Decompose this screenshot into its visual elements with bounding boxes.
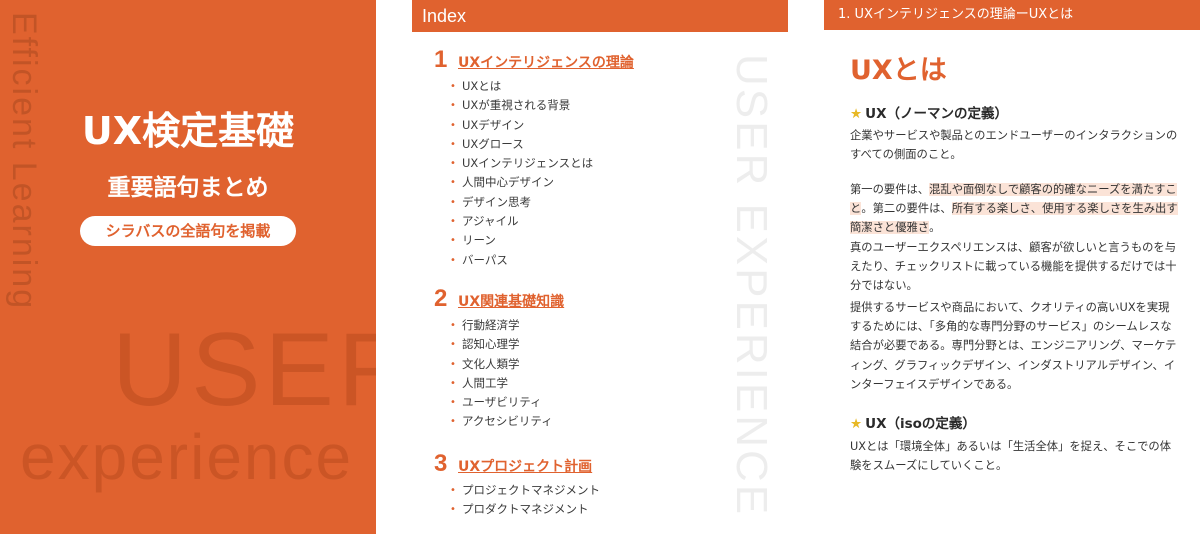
index-item[interactable]: • 行動経済学: [434, 316, 564, 335]
bullet-icon: •: [450, 339, 456, 351]
bullet-icon: •: [450, 119, 456, 131]
cover-vertical-text: Efficient Learning: [5, 12, 43, 311]
index-section-3: 3 UXプロジェクト計画 • プロジェクトマネジメント • プロダクトマネジメント: [434, 450, 600, 520]
index-item[interactable]: • 文化人類学: [434, 355, 564, 374]
section-number: 1: [434, 46, 448, 73]
section-number: 2: [434, 285, 448, 312]
paragraph: 企業やサービスや製品とのエンドユーザーのインタラクションのすべての側面のこと。: [850, 129, 1178, 162]
bullet-icon: •: [450, 196, 456, 208]
bullet-icon: •: [450, 254, 456, 266]
paragraph: UXとは「環境全体」あるいは「生活全体」を捉え、そこでの体験をスムーズにしていく…: [850, 440, 1172, 473]
index-item[interactable]: • UXグロース: [434, 135, 634, 154]
bullet-icon: •: [450, 81, 456, 92]
index-item[interactable]: • 認知心理学: [434, 335, 564, 354]
index-panel: Index USER EXPERIENCE 1 UXインテリジェンスの理論 • U…: [412, 0, 788, 534]
bullet-icon: •: [450, 100, 456, 112]
cover-watermark-user: USER: [112, 312, 376, 428]
bullet-icon: •: [450, 485, 456, 496]
index-item[interactable]: • UXが重視される背景: [434, 96, 634, 115]
index-item[interactable]: • プロダクトマネジメント: [434, 500, 600, 519]
bullet-icon: •: [450, 377, 456, 389]
index-item[interactable]: • ユーザビリティ: [434, 393, 564, 412]
cover-subtitle: 重要語句まとめ: [107, 175, 269, 201]
index-item[interactable]: • UXとは: [434, 77, 634, 96]
cover-badge: シラバスの全語句を掲載: [80, 216, 296, 246]
index-item[interactable]: • アクセシビリティ: [434, 412, 564, 431]
bullet-icon: •: [450, 138, 456, 150]
section-heading: ★ UX（isoの定義）: [850, 416, 976, 432]
bullet-icon: •: [450, 320, 456, 331]
bullet-icon: •: [450, 397, 456, 409]
index-header: Index: [412, 0, 788, 32]
index-watermark: USER EXPERIENCE: [727, 54, 776, 518]
index-item[interactable]: • UXデザイン: [434, 116, 634, 135]
index-item[interactable]: • UXインテリジェンスとは: [434, 154, 634, 173]
content-header: 1. UXインテリジェンスの理論ーUXとは: [824, 0, 1200, 30]
bullet-icon: •: [450, 416, 456, 428]
paragraph: 第一の要件は、混乱や面倒なしで顧客の的確なニーズを満たすこと。第二の要件は、所有…: [850, 183, 1178, 293]
paragraph: 提供するサービスや商品において、クオリティの高いUXを実現するためには、「多角的…: [850, 301, 1177, 391]
bullet-icon: •: [450, 358, 456, 370]
section-title-link[interactable]: UX関連基礎知識: [458, 291, 564, 311]
index-item[interactable]: • バーパス: [434, 251, 634, 270]
cover-watermark-experience: experience: [20, 421, 354, 493]
section-title-link[interactable]: UXプロジェクト計画: [458, 456, 592, 476]
index-section-2: 2 UX関連基礎知識 • 行動経済学 • 認知心理学 • 文化人類学 • 人間工学 • ユ…: [434, 285, 564, 432]
bullet-icon: •: [450, 216, 456, 228]
index-section-1: 1 UXインテリジェンスの理論 • UXとは • UXが重視される背景 • UXデザイ…: [434, 46, 634, 270]
cover-panel: Efficient Learning USER experience UX検定基…: [0, 0, 376, 534]
index-item[interactable]: • アジャイル: [434, 212, 634, 231]
section-heading: ★ UX（ノーマンの定義）: [850, 106, 1008, 122]
section-title-link[interactable]: UXインテリジェンスの理論: [458, 52, 634, 72]
star-icon: ★: [850, 416, 863, 432]
star-icon: ★: [850, 106, 863, 122]
page-title: UXとは: [850, 55, 947, 86]
bullet-icon: •: [450, 177, 456, 189]
bullet-icon: •: [450, 235, 456, 247]
bullet-icon: •: [450, 158, 456, 170]
content-panel: 1. UXインテリジェンスの理論ーUXとは UXとは ★ UX（ノーマンの定義） …: [824, 0, 1200, 534]
index-item[interactable]: • 人間工学: [434, 374, 564, 393]
index-item[interactable]: • デザイン思考: [434, 193, 634, 212]
bullet-icon: •: [450, 504, 456, 516]
section-number: 3: [434, 450, 448, 477]
index-item[interactable]: • 人間中心デザイン: [434, 173, 634, 192]
index-item[interactable]: • プロジェクトマネジメント: [434, 481, 600, 500]
index-item[interactable]: • リーン: [434, 231, 634, 250]
cover-title: UX検定基礎: [81, 109, 295, 153]
